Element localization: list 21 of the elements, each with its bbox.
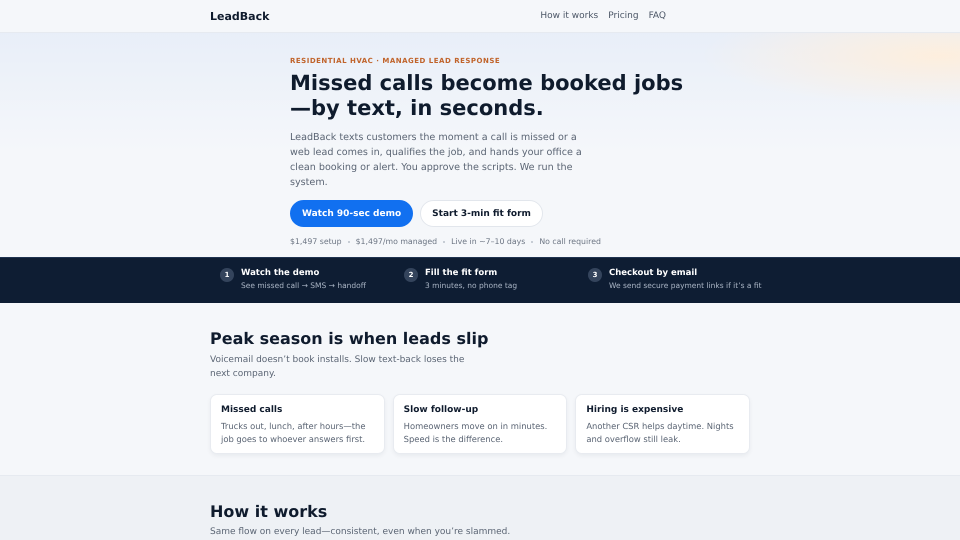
nav-link[interactable]: Pricing (608, 11, 639, 21)
hero-description: LeadBack texts customers the moment a call is missed or a web lead comes in, qualifies the job, and hands your office a clean booking or alert. You approve the scripts. We run the system. (290, 131, 583, 190)
card-title: Missed calls (221, 405, 284, 415)
card-text: Another CSR helps daytime. Nights and overflow still leak. (586, 420, 735, 445)
card-title: Hiring is expensive (586, 405, 684, 415)
fit-form-button[interactable]: Start 3-min fit form (420, 200, 543, 227)
step-title: Watch the demo (241, 268, 320, 279)
nav-link[interactable]: FAQ (648, 11, 666, 21)
card-title: Slow follow-up (404, 405, 480, 415)
section-subtitle: Same flow on every lead—consistent, even when you’re slammed. (210, 527, 512, 537)
hero-heading: Missed calls become booked jobs —by text, in seconds. (290, 71, 684, 121)
section-heading: Peak season is when leads slip (210, 329, 490, 348)
section-subtitle: Voicemail doesn’t book installs. Slow text-back loses the next company. (210, 354, 466, 381)
demo-button[interactable]: Watch 90-sec demo (290, 200, 414, 227)
section-heading: How it works (210, 502, 328, 521)
step-title: Fill the fit form (425, 268, 498, 279)
card-text: Trucks out, lunch, after hours—the job goes to whoever answers first. (221, 420, 366, 445)
nav-link[interactable]: How it works (540, 11, 598, 21)
card-text: Homeowners move on in minutes. Speed is the difference. (404, 420, 548, 445)
logo[interactable]: LeadBack (210, 10, 270, 22)
step-title: Checkout by email (609, 268, 698, 279)
